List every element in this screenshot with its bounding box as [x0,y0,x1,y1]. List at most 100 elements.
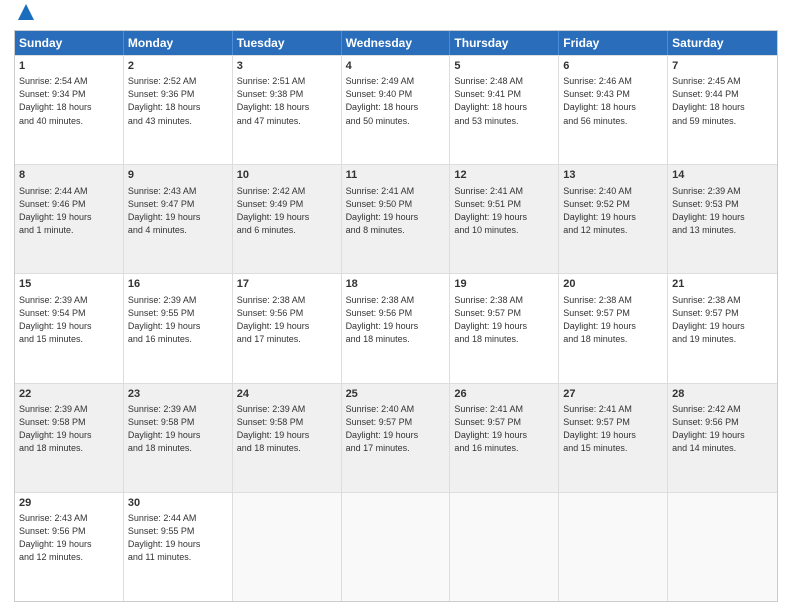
cell-text-2-6: Sunrise: 2:38 AMSunset: 9:57 PMDaylight:… [672,294,773,346]
cal-cell-3-0: 22Sunrise: 2:39 AMSunset: 9:58 PMDayligh… [15,384,124,492]
day-num-3-3: 25 [346,387,446,402]
cell-text-0-6: Sunrise: 2:45 AMSunset: 9:44 PMDaylight:… [672,75,773,127]
day-num-4-0: 29 [19,496,119,511]
cell-text-3-4: Sunrise: 2:41 AMSunset: 9:57 PMDaylight:… [454,403,554,455]
day-num-0-2: 3 [237,59,337,74]
cal-cell-1-2: 10 Sunrise: 2:42 AMSunset: 9:49 PMDayligh… [233,165,342,273]
day-num-2-6: 21 [672,277,773,292]
cell-text-3-0: Sunrise: 2:39 AMSunset: 9:58 PMDaylight:… [19,403,119,455]
cell-text-4-0: Sunrise: 2:43 AMSunset: 9:56 PMDaylight:… [19,512,119,564]
cal-cell-2-3: 18Sunrise: 2:38 AMSunset: 9:56 PMDayligh… [342,274,451,382]
cal-cell-4-0: 29Sunrise: 2:43 AMSunset: 9:56 PMDayligh… [15,493,124,601]
header-friday: Friday [559,31,668,55]
cell-text-0-2: Sunrise: 2:51 AMSunset: 9:38 PMDaylight:… [237,75,337,127]
day-num-3-4: 26 [454,387,554,402]
header-sunday: Sunday [15,31,124,55]
header [14,10,778,22]
cal-cell-4-2 [233,493,342,601]
header-tuesday: Tuesday [233,31,342,55]
day-num-1-4: 12 [454,168,554,183]
cell-text-2-2: Sunrise: 2:38 AMSunset: 9:56 PMDaylight:… [237,294,337,346]
cell-text-1-2: Sunrise: 2:42 AMSunset: 9:49 PMDaylight:… [237,185,337,237]
cell-text-0-0: Sunrise: 2:54 AMSunset: 9:34 PMDaylight:… [19,75,119,127]
cal-row-2: 15 Sunrise: 2:39 AMSunset: 9:54 PMDayligh… [15,273,777,382]
cal-row-0: 1Sunrise: 2:54 AMSunset: 9:34 PMDaylight… [15,55,777,164]
day-num-1-2: 10 [237,168,337,183]
day-num-1-3: 11 [346,168,446,183]
day-num-3-0: 22 [19,387,119,402]
calendar: Sunday Monday Tuesday Wednesday Thursday… [14,30,778,602]
day-num-4-1: 30 [128,496,228,511]
cal-cell-1-0: 8Sunrise: 2:44 AMSunset: 9:46 PMDaylight… [15,165,124,273]
cell-text-0-5: Sunrise: 2:46 AMSunset: 9:43 PMDaylight:… [563,75,663,127]
cal-cell-2-0: 15 Sunrise: 2:39 AMSunset: 9:54 PMDayligh… [15,274,124,382]
cell-text-1-4: Sunrise: 2:41 AMSunset: 9:51 PMDaylight:… [454,185,554,237]
cal-cell-2-6: 21 Sunrise: 2:38 AMSunset: 9:57 PMDayligh… [668,274,777,382]
cal-cell-4-6 [668,493,777,601]
cal-cell-3-3: 25Sunrise: 2:40 AMSunset: 9:57 PMDayligh… [342,384,451,492]
day-num-2-4: 19 [454,277,554,292]
cal-cell-1-3: 11 Sunrise: 2:41 AMSunset: 9:50 PMDayligh… [342,165,451,273]
cal-cell-0-4: 5Sunrise: 2:48 AMSunset: 9:41 PMDaylight… [450,56,559,164]
day-num-2-0: 15 [19,277,119,292]
calendar-header: Sunday Monday Tuesday Wednesday Thursday… [15,31,777,55]
cal-cell-4-1: 30Sunrise: 2:44 AMSunset: 9:55 PMDayligh… [124,493,233,601]
header-monday: Monday [124,31,233,55]
cal-cell-1-4: 12 Sunrise: 2:41 AMSunset: 9:51 PMDayligh… [450,165,559,273]
calendar-body: 1Sunrise: 2:54 AMSunset: 9:34 PMDaylight… [15,55,777,601]
cal-cell-3-1: 23Sunrise: 2:39 AMSunset: 9:58 PMDayligh… [124,384,233,492]
day-num-2-1: 16 [128,277,228,292]
cell-text-2-0: Sunrise: 2:39 AMSunset: 9:54 PMDaylight:… [19,294,119,346]
cal-cell-0-3: 4Sunrise: 2:49 AMSunset: 9:40 PMDaylight… [342,56,451,164]
cal-row-1: 8Sunrise: 2:44 AMSunset: 9:46 PMDaylight… [15,164,777,273]
day-num-0-6: 7 [672,59,773,74]
cell-text-0-4: Sunrise: 2:48 AMSunset: 9:41 PMDaylight:… [454,75,554,127]
cal-cell-1-6: 14 Sunrise: 2:39 AMSunset: 9:53 PMDayligh… [668,165,777,273]
cal-cell-0-5: 6Sunrise: 2:46 AMSunset: 9:43 PMDaylight… [559,56,668,164]
day-num-0-3: 4 [346,59,446,74]
day-num-1-0: 8 [19,168,119,183]
cell-text-3-3: Sunrise: 2:40 AMSunset: 9:57 PMDaylight:… [346,403,446,455]
day-num-1-5: 13 [563,168,663,183]
cal-cell-0-2: 3Sunrise: 2:51 AMSunset: 9:38 PMDaylight… [233,56,342,164]
day-num-0-5: 6 [563,59,663,74]
cal-cell-3-2: 24Sunrise: 2:39 AMSunset: 9:58 PMDayligh… [233,384,342,492]
cell-text-4-1: Sunrise: 2:44 AMSunset: 9:55 PMDaylight:… [128,512,228,564]
cal-cell-4-3 [342,493,451,601]
cell-text-0-1: Sunrise: 2:52 AMSunset: 9:36 PMDaylight:… [128,75,228,127]
day-num-2-5: 20 [563,277,663,292]
cell-text-3-1: Sunrise: 2:39 AMSunset: 9:58 PMDaylight:… [128,403,228,455]
cell-text-2-4: Sunrise: 2:38 AMSunset: 9:57 PMDaylight:… [454,294,554,346]
cal-row-4: 29Sunrise: 2:43 AMSunset: 9:56 PMDayligh… [15,492,777,601]
day-num-1-6: 14 [672,168,773,183]
cell-text-1-5: Sunrise: 2:40 AMSunset: 9:52 PMDaylight:… [563,185,663,237]
cell-text-1-3: Sunrise: 2:41 AMSunset: 9:50 PMDaylight:… [346,185,446,237]
cell-text-0-3: Sunrise: 2:49 AMSunset: 9:40 PMDaylight:… [346,75,446,127]
day-num-2-3: 18 [346,277,446,292]
cal-cell-2-4: 19 Sunrise: 2:38 AMSunset: 9:57 PMDayligh… [450,274,559,382]
cell-text-3-2: Sunrise: 2:39 AMSunset: 9:58 PMDaylight:… [237,403,337,455]
cell-text-1-6: Sunrise: 2:39 AMSunset: 9:53 PMDaylight:… [672,185,773,237]
day-num-3-1: 23 [128,387,228,402]
day-num-0-0: 1 [19,59,119,74]
page: Sunday Monday Tuesday Wednesday Thursday… [0,0,792,612]
cell-text-2-5: Sunrise: 2:38 AMSunset: 9:57 PMDaylight:… [563,294,663,346]
header-saturday: Saturday [668,31,777,55]
cell-text-2-1: Sunrise: 2:39 AMSunset: 9:55 PMDaylight:… [128,294,228,346]
day-num-3-5: 27 [563,387,663,402]
cal-cell-2-2: 17 Sunrise: 2:38 AMSunset: 9:56 PMDayligh… [233,274,342,382]
cell-text-1-1: Sunrise: 2:43 AMSunset: 9:47 PMDaylight:… [128,185,228,237]
header-wednesday: Wednesday [342,31,451,55]
cal-cell-3-4: 26Sunrise: 2:41 AMSunset: 9:57 PMDayligh… [450,384,559,492]
header-thursday: Thursday [450,31,559,55]
cal-cell-1-5: 13 Sunrise: 2:40 AMSunset: 9:52 PMDayligh… [559,165,668,273]
cal-cell-2-5: 20 Sunrise: 2:38 AMSunset: 9:57 PMDayligh… [559,274,668,382]
cal-cell-1-1: 9Sunrise: 2:43 AMSunset: 9:47 PMDaylight… [124,165,233,273]
cal-cell-4-5 [559,493,668,601]
day-num-2-2: 17 [237,277,337,292]
logo [14,10,36,22]
cal-row-3: 22Sunrise: 2:39 AMSunset: 9:58 PMDayligh… [15,383,777,492]
day-num-3-6: 28 [672,387,773,402]
cal-cell-0-0: 1Sunrise: 2:54 AMSunset: 9:34 PMDaylight… [15,56,124,164]
cal-cell-0-6: 7Sunrise: 2:45 AMSunset: 9:44 PMDaylight… [668,56,777,164]
